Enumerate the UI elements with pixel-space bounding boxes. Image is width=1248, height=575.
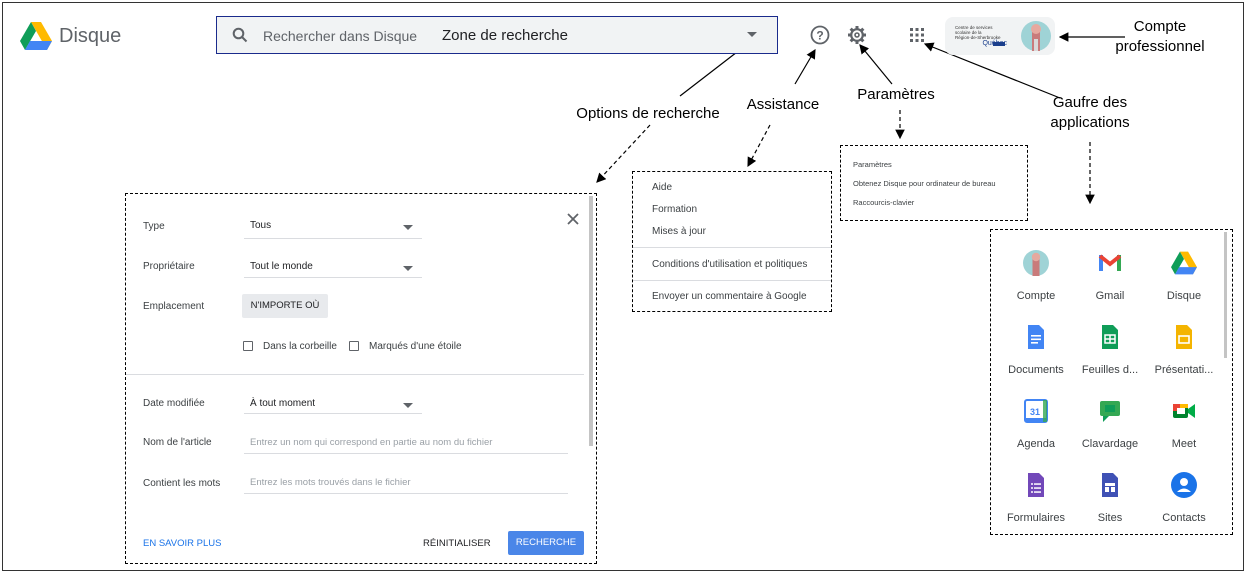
- trash-checkbox[interactable]: [243, 341, 253, 351]
- svg-text:31: 31: [1030, 407, 1040, 417]
- annotation-account: Compte professionnel: [1115, 18, 1205, 55]
- app-meet[interactable]: Meet: [1147, 398, 1221, 450]
- type-label: Type: [143, 221, 165, 232]
- date-label: Date modifiée: [143, 398, 205, 409]
- dashed-arrow-assistance: [747, 124, 771, 168]
- annotation-assistance: Assistance: [746, 96, 820, 113]
- scrollbar[interactable]: [589, 196, 593, 446]
- app-sites[interactable]: Sites: [1073, 472, 1147, 524]
- apps-waffle-icon[interactable]: [909, 27, 925, 43]
- divider: [126, 374, 584, 375]
- annotation-waffle: Gaufre des applications: [1050, 94, 1130, 131]
- date-dropdown-icon[interactable]: [403, 403, 413, 408]
- menu-item-aide[interactable]: Aide: [652, 182, 672, 193]
- docs-icon: [1028, 325, 1044, 349]
- slides-icon: [1176, 325, 1192, 349]
- app-gmail[interactable]: Gmail: [1073, 250, 1147, 302]
- menu-item-formation[interactable]: Formation: [652, 204, 697, 215]
- date-select[interactable]: À tout moment: [250, 398, 315, 409]
- app-chat[interactable]: Clavardage: [1073, 398, 1147, 450]
- app-calendar[interactable]: 31 Agenda: [999, 398, 1073, 450]
- drive-logo-icon[interactable]: [20, 22, 52, 50]
- words-label: Contient les mots: [143, 478, 221, 489]
- owner-dropdown-icon[interactable]: [403, 266, 413, 271]
- svg-text:?: ?: [816, 29, 823, 43]
- chat-icon: [1100, 401, 1120, 422]
- gmail-icon: [1098, 254, 1122, 271]
- search-button[interactable]: RECHERCHE: [508, 531, 584, 555]
- menu-item-settings[interactable]: Paramètres: [853, 160, 892, 169]
- sites-icon: [1102, 473, 1118, 497]
- app-docs[interactable]: Documents: [999, 324, 1073, 376]
- meet-icon: [1173, 404, 1195, 418]
- menu-item-updates[interactable]: Mises à jour: [652, 226, 706, 237]
- help-icon[interactable]: ?: [810, 25, 830, 45]
- search-options-dropdown-icon[interactable]: [747, 32, 757, 37]
- close-icon[interactable]: [566, 212, 580, 226]
- gear-icon[interactable]: [847, 25, 867, 45]
- account-avatar-icon: [1023, 250, 1049, 276]
- app-slides[interactable]: Présentati...: [1147, 324, 1221, 376]
- starred-checkbox[interactable]: [349, 341, 359, 351]
- menu-item-terms[interactable]: Conditions d'utilisation et politiques: [652, 259, 807, 270]
- type-dropdown-icon[interactable]: [403, 225, 413, 230]
- starred-label: Marqués d'une étoile: [369, 341, 462, 352]
- settings-menu: Paramètres Obtenez Disque pour ordinateu…: [840, 145, 1028, 221]
- menu-item-desktop[interactable]: Obtenez Disque pour ordinateur de bureau: [853, 179, 996, 188]
- menu-item-feedback[interactable]: Envoyer un commentaire à Google: [652, 291, 807, 302]
- avatar[interactable]: [1021, 21, 1051, 51]
- search-zone-label: Zone de recherche: [442, 27, 568, 44]
- contacts-icon: [1171, 472, 1197, 498]
- search-input[interactable]: Rechercher dans Disque: [263, 28, 417, 44]
- trash-label: Dans la corbeille: [263, 341, 337, 352]
- app-forms[interactable]: Formulaires: [999, 472, 1073, 524]
- app-account[interactable]: Compte: [999, 250, 1073, 302]
- learn-more-link[interactable]: EN SAVOIR PLUS: [143, 538, 222, 549]
- reset-button[interactable]: RÉINITIALISER: [423, 538, 491, 549]
- app-contacts[interactable]: Contacts: [1147, 472, 1221, 524]
- search-box[interactable]: Rechercher dans Disque Zone de recherche: [216, 16, 778, 54]
- owner-select[interactable]: Tout le monde: [250, 261, 313, 272]
- type-select[interactable]: Tous: [250, 220, 271, 231]
- help-menu: Aide Formation Mises à jour Conditions d…: [632, 171, 832, 312]
- quebec-flag-mark: [993, 42, 1005, 46]
- item-name-input[interactable]: Entrez un nom qui correspond en partie a…: [250, 437, 492, 448]
- app-title: Disque: [59, 25, 122, 47]
- words-input[interactable]: Entrez les mots trouvés dans le fichier: [250, 477, 411, 488]
- sheets-icon: [1102, 325, 1118, 349]
- app-sheets[interactable]: Feuilles d...: [1073, 324, 1147, 376]
- search-options-panel: Type Tous Propriétaire Tout le monde Emp…: [125, 193, 597, 564]
- search-icon[interactable]: [232, 27, 248, 43]
- owner-label: Propriétaire: [143, 261, 195, 272]
- location-label: Emplacement: [143, 301, 205, 312]
- annotation-search-options: Options de recherche: [576, 105, 720, 122]
- forms-icon: [1028, 473, 1044, 497]
- menu-item-shortcuts[interactable]: Raccourcis-clavier: [853, 198, 914, 207]
- apps-panel: Compte Gmail Disque Documents Feuilles d…: [990, 229, 1233, 535]
- calendar-icon: 31: [1024, 399, 1048, 423]
- annotation-settings: Paramètres: [857, 86, 935, 103]
- account-chip[interactable]: Centre de services scolaire de la Région…: [945, 17, 1055, 55]
- apps-scrollbar[interactable]: [1224, 232, 1227, 358]
- app-drive[interactable]: Disque: [1147, 250, 1221, 302]
- item-name-label: Nom de l'article: [143, 437, 212, 448]
- drive-icon: [1171, 251, 1197, 275]
- arrow-assistance: [794, 48, 816, 85]
- location-button[interactable]: N'IMPORTE OÙ: [242, 294, 328, 318]
- arrow-settings: [859, 44, 893, 85]
